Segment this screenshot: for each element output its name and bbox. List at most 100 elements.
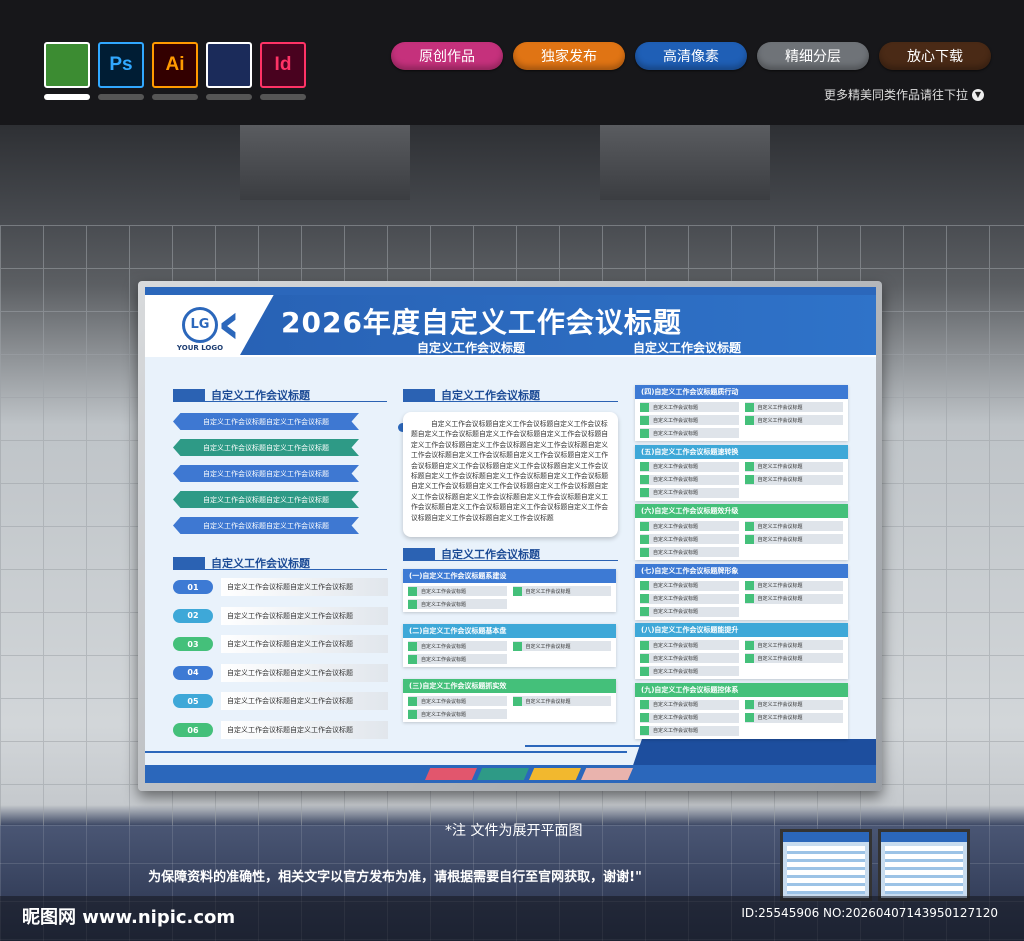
square-icon xyxy=(640,534,649,544)
ribbon-item: 自定义工作会议标题自定义工作会议标题 xyxy=(173,491,359,508)
cell-text: 自定义工作会议标题 xyxy=(757,404,803,411)
illustrator-icon: Ai xyxy=(152,42,198,88)
cell-text: 自定义工作会议标题 xyxy=(421,698,467,705)
software-icons: Ps Ai Id xyxy=(44,42,306,100)
numbered-text: 自定义工作会议标题自定义工作会议标题 xyxy=(221,663,388,682)
cell-text: 自定义工作会议标题 xyxy=(653,430,699,437)
board-title: 2026年度自定义工作会议标题 xyxy=(281,306,682,339)
card-cell: 自定义工作会议标题 xyxy=(640,606,739,617)
square-icon xyxy=(512,586,522,596)
card-cell: 自定义工作会议标题 xyxy=(744,461,843,472)
card-cell: 自定义工作会议标题 xyxy=(408,696,507,706)
header-top-strip xyxy=(145,287,876,295)
feature-pill[interactable]: 放心下载 xyxy=(879,42,991,70)
number-badge: 05 xyxy=(173,694,213,709)
feature-pill[interactable]: 原创作品 xyxy=(391,42,503,70)
cell-text: 自定义工作会议标题 xyxy=(653,609,699,615)
cell-text: 自定义工作会议标题 xyxy=(653,596,699,602)
card-cell: 自定义工作会议标题 xyxy=(640,461,739,472)
photoshop-icon: Ps xyxy=(98,42,144,88)
cell-text: 自定义工作会议标题 xyxy=(653,404,699,411)
square-icon xyxy=(640,726,649,735)
circuit-line xyxy=(145,751,627,753)
board-subtitle: 自定义工作会议标题 xyxy=(417,341,526,355)
square-icon xyxy=(640,488,649,497)
section-bar xyxy=(173,389,205,401)
card-cell: 自定义工作会议标题 xyxy=(744,593,843,604)
square-icon xyxy=(640,607,649,616)
logo: LG YOUR LOGO xyxy=(165,307,235,357)
feature-pill[interactable]: 精细分层 xyxy=(757,42,869,70)
square-icon xyxy=(640,653,649,663)
cell-text: 自定义工作会议标题 xyxy=(653,728,699,734)
chevron-down-icon: ▼ xyxy=(972,88,984,101)
card-title: (一)自定义工作会议标题系建设 xyxy=(403,569,616,583)
cell-text: 自定义工作会议标题 xyxy=(757,702,803,708)
app-underline xyxy=(206,94,252,100)
card-cell: 自定义工作会议标题 xyxy=(408,709,507,719)
square-icon xyxy=(744,534,754,544)
cell-text: 自定义工作会议标题 xyxy=(653,477,699,483)
display-board: ‹ LG YOUR LOGO 2026年度自定义工作会议标题 自定义工作会议标题… xyxy=(145,287,876,783)
section-rule xyxy=(403,401,618,402)
cell-text: 自定义工作会议标题 xyxy=(653,536,699,543)
number-badge: 06 xyxy=(173,723,213,737)
card-title: (九)自定义工作会议标题控体系 xyxy=(635,682,848,697)
square-icon xyxy=(744,475,754,484)
feature-pill[interactable]: 独家发布 xyxy=(513,42,625,70)
numbered-text: 自定义工作会议标题自定义工作会议标题 xyxy=(221,692,388,711)
card-cell: 自定义工作会议标题 xyxy=(640,415,739,425)
card-cell: 自定义工作会议标题 xyxy=(744,653,843,663)
square-icon xyxy=(408,696,417,706)
card-title: (六)自定义工作会议标题效升级 xyxy=(635,504,848,518)
indesign-icon: Id xyxy=(260,42,306,88)
ribbon-item: 自定义工作会议标题自定义工作会议标题 xyxy=(173,517,359,534)
numbered-item: 02 自定义工作会议标题自定义工作会议标题 xyxy=(173,606,388,625)
app-underline xyxy=(260,94,306,100)
feature-pill[interactable]: 高清像素 xyxy=(635,42,747,70)
preview-thumbnail[interactable] xyxy=(878,829,970,901)
square-icon xyxy=(640,640,649,650)
numbered-item: 06 自定义工作会议标题自定义工作会议标题 xyxy=(173,721,388,739)
square-icon xyxy=(640,402,649,412)
square-icon xyxy=(744,581,754,590)
preview-thumbnail[interactable] xyxy=(780,829,872,901)
board-subtitle: 自定义工作会议标题 xyxy=(633,341,742,355)
section-bar xyxy=(403,389,435,401)
cell-text: 自定义工作会议标题 xyxy=(757,536,803,543)
top-banner: Ps Ai Id 原创作品 独家发布 高清像素 精细分层 放心下载 更多精美同类作品请往下拉… xyxy=(0,0,1024,125)
ceiling-beam xyxy=(600,125,770,200)
card-cell: 自定义工作会议标题 xyxy=(640,521,739,531)
numbered-text: 自定义工作会议标题自定义工作会议标题 xyxy=(221,606,388,625)
square-icon xyxy=(640,594,649,603)
square-icon xyxy=(640,713,649,722)
card-cell: 自定义工作会议标题 xyxy=(744,699,843,710)
card-title: (四)自定义工作会议标题质行动 xyxy=(635,385,848,399)
info-card: (四)自定义工作会议标题质行动 自定义工作会议标题 自定义工作会议标题 自定义工作会议… xyxy=(635,385,848,441)
cell-text: 自定义工作会议标题 xyxy=(757,642,803,649)
card-cell: 自定义工作会议标题 xyxy=(640,402,739,412)
card-cell: 自定义工作会议标题 xyxy=(640,653,739,663)
card-cell: 自定义工作会议标题 xyxy=(512,641,611,651)
logo-text: YOUR LOGO xyxy=(176,344,224,352)
site-watermark: 昵图网 www.nipic.com xyxy=(22,907,236,928)
feature-pills: 原创作品 独家发布 高清像素 精细分层 放心下载 xyxy=(391,42,991,70)
cell-text: 自定义工作会议标题 xyxy=(421,656,467,663)
cell-text: 自定义工作会议标题 xyxy=(653,417,699,424)
cell-text: 自定义工作会议标题 xyxy=(653,523,699,530)
info-card: (八)自定义工作会议标题能提升 自定义工作会议标题 自定义工作会议标题 自定义工作会议… xyxy=(635,623,848,679)
more-works-link[interactable]: 更多精美同类作品请往下拉 ▼ xyxy=(824,86,984,103)
square-icon xyxy=(640,462,649,471)
disclaimer: 为保障资料的准确性，相关文字以官方发布为准，请根据需要自行至官网获取，谢谢!" xyxy=(148,870,642,885)
cell-text: 自定义工作会议标题 xyxy=(757,583,803,589)
square-icon xyxy=(744,415,754,425)
number-badge: 03 xyxy=(173,637,213,652)
cell-text: 自定义工作会议标题 xyxy=(421,643,467,650)
card-cell: 自定义工作会议标题 xyxy=(640,547,739,557)
card-cell: 自定义工作会议标题 xyxy=(640,712,739,723)
card-cell: 自定义工作会议标题 xyxy=(640,487,739,498)
numbered-text: 自定义工作会议标题自定义工作会议标题 xyxy=(221,578,388,596)
card-cell: 自定义工作会议标题 xyxy=(640,725,739,736)
info-card: (六)自定义工作会议标题效升级 自定义工作会议标题 自定义工作会议标题 自定义工作会议… xyxy=(635,504,848,560)
app-underline xyxy=(44,94,90,100)
